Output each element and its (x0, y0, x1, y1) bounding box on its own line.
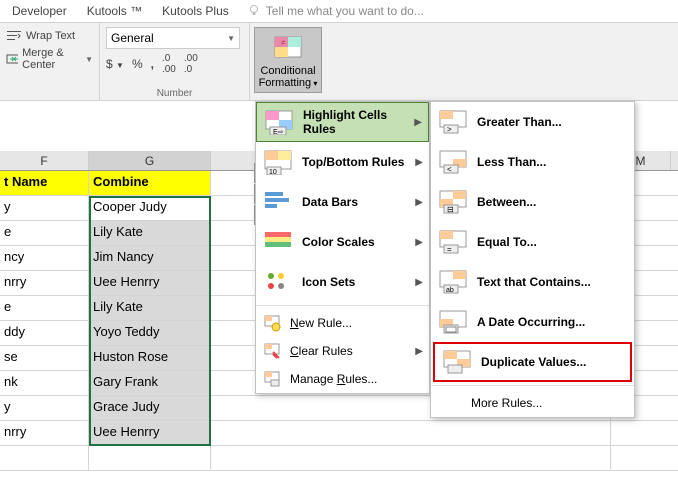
svg-text:⊟: ⊟ (447, 205, 454, 214)
dropdown-arrow-icon: ▼ (85, 55, 93, 64)
styles-group: ≠ Conditional Formatting ▾ Format as Tab… (250, 23, 462, 100)
tab-kutools[interactable]: Kutools ™ (77, 1, 152, 21)
svg-text:E⇨: E⇨ (273, 129, 284, 135)
submenu-arrow-icon: ▶ (415, 237, 423, 248)
data-bars-item[interactable]: Data Bars ▶ (256, 182, 429, 222)
dropdown-arrow-icon: ▼ (227, 34, 235, 43)
svg-text:10: 10 (269, 169, 277, 175)
date-occurring-icon (437, 306, 469, 338)
wrap-icon (6, 29, 22, 43)
col-g-header[interactable]: G (89, 151, 211, 170)
greater-than-icon: > (437, 106, 469, 138)
data-bars-icon (262, 186, 294, 218)
duplicate-values-item[interactable]: Duplicate Values... (433, 342, 632, 382)
submenu-arrow-icon: ▶ (415, 277, 423, 288)
highlight-cells-submenu: > Greater Than... < Less Than... ⊟ Betwe… (430, 101, 635, 418)
svg-text:=: = (447, 245, 452, 254)
highlight-cells-icon: E⇨ (263, 106, 295, 138)
tab-developer[interactable]: Developer (2, 1, 77, 21)
date-occurring-item[interactable]: A Date Occurring... (431, 302, 634, 342)
svg-text:<: < (447, 165, 452, 174)
comma-format-button[interactable]: , (151, 57, 154, 71)
conditional-formatting-button[interactable]: ≠ Conditional Formatting ▾ (254, 27, 322, 93)
tellme-search[interactable]: Tell me what you want to do... (239, 4, 424, 18)
number-group-label: Number (100, 88, 249, 99)
text-contains-item[interactable]: ab Text that Contains... (431, 262, 634, 302)
accounting-format-button[interactable]: $ ▼ (106, 57, 124, 71)
new-rule-icon (262, 313, 282, 333)
greater-than-item[interactable]: > Greater Than... (431, 102, 634, 142)
svg-text:>: > (447, 125, 452, 134)
svg-text:ab: ab (446, 287, 454, 294)
percent-format-button[interactable]: % (132, 57, 143, 71)
color-scales-icon (262, 226, 294, 258)
top-bottom-icon: 10 (262, 146, 294, 178)
equal-to-icon: = (437, 226, 469, 258)
submenu-arrow-icon: ▶ (415, 346, 423, 357)
submenu-arrow-icon: ▶ (415, 197, 423, 208)
between-icon: ⊟ (437, 186, 469, 218)
between-item[interactable]: ⊟ Between... (431, 182, 634, 222)
color-scales-item[interactable]: Color Scales ▶ (256, 222, 429, 262)
col-f-header[interactable]: F (0, 151, 89, 170)
top-bottom-rules-item[interactable]: 10 Top/Bottom Rules ▶ (256, 142, 429, 182)
header-cell-f[interactable]: t Name (0, 171, 89, 195)
manage-rules-icon (262, 369, 282, 389)
number-group: General ▼ $ ▼ % , .0.00 .00.0 Number (100, 23, 250, 100)
less-than-item[interactable]: < Less Than... (431, 142, 634, 182)
lightbulb-icon (247, 4, 261, 18)
manage-rules-item[interactable]: Manage Rules... (256, 365, 429, 393)
wrap-text-button[interactable]: Wrap Text (6, 27, 93, 45)
icon-sets-icon (262, 266, 294, 298)
new-rule-item[interactable]: New Rule... (256, 309, 429, 337)
highlight-cells-rules-item[interactable]: E⇨ Highlight Cells Rules ▶ (256, 102, 429, 142)
icon-sets-item[interactable]: Icon Sets ▶ (256, 262, 429, 302)
increase-decimal-button[interactable]: .0.00 (162, 53, 176, 75)
submenu-arrow-icon: ▶ (414, 117, 422, 128)
clear-rules-icon (262, 341, 282, 361)
merge-center-button[interactable]: Merge & Center ▼ (6, 45, 93, 73)
duplicate-values-icon (441, 346, 473, 378)
text-contains-icon: ab (437, 266, 469, 298)
tab-kutoolsplus[interactable]: Kutools Plus (152, 1, 239, 21)
merge-icon (6, 52, 18, 66)
conditional-formatting-icon: ≠ (272, 31, 304, 63)
submenu-arrow-icon: ▶ (415, 157, 423, 168)
decrease-decimal-button[interactable]: .00.0 (184, 53, 198, 75)
alignment-group: Wrap Text Merge & Center ▼ (0, 23, 100, 100)
svg-text:≠: ≠ (281, 38, 286, 47)
conditional-formatting-menu: E⇨ Highlight Cells Rules ▶ 10 Top/Bottom… (255, 101, 430, 394)
more-rules-item[interactable]: More Rules... (431, 389, 634, 417)
equal-to-item[interactable]: = Equal To... (431, 222, 634, 262)
less-than-icon: < (437, 146, 469, 178)
clear-rules-item[interactable]: Clear Rules ▶ (256, 337, 429, 365)
number-format-dropdown[interactable]: General ▼ (106, 27, 240, 49)
header-cell-g[interactable]: Combine (89, 171, 211, 195)
